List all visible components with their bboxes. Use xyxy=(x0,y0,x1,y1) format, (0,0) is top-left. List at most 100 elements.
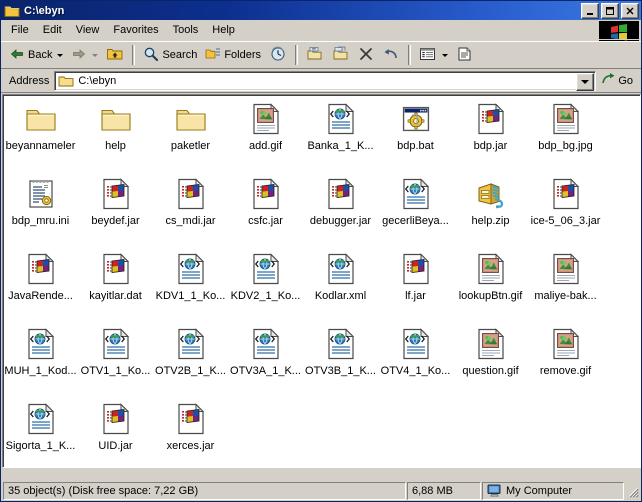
address-label: Address xyxy=(9,74,50,87)
menu-view[interactable]: View xyxy=(69,22,107,39)
file-item[interactable]: UID.jar xyxy=(78,399,153,467)
java-jar-icon xyxy=(550,178,582,210)
file-item[interactable]: gecerliBeya... xyxy=(378,174,453,249)
status-zone: My Computer xyxy=(482,481,624,500)
file-item[interactable]: help.zip xyxy=(453,174,528,249)
file-item[interactable]: help xyxy=(78,99,153,174)
status-size: 6,88 MB xyxy=(407,481,481,500)
file-item-label: question.gif xyxy=(462,365,519,377)
forward-dropdown-chevron-icon[interactable] xyxy=(92,53,99,57)
java-jar-icon xyxy=(400,253,432,285)
undo-arrow-icon xyxy=(382,46,400,65)
folder-icon xyxy=(58,74,74,88)
file-item-label: Banka_1_K... xyxy=(307,140,374,152)
file-item[interactable]: OTV1_1_Ko... xyxy=(78,324,153,399)
chevron-down-icon xyxy=(581,79,590,84)
file-item[interactable]: bdp_bg.jpg xyxy=(528,99,603,174)
status-bar: 35 object(s) (Disk free space: 7,22 GB) … xyxy=(1,480,641,501)
file-item[interactable]: OTV3A_1_K... xyxy=(228,324,303,399)
file-item[interactable]: Kodlar.xml xyxy=(303,249,378,324)
window-controls xyxy=(581,2,639,19)
file-item[interactable]: Sigorta_1_K... xyxy=(3,399,78,467)
delete-x-icon xyxy=(358,46,374,65)
file-item[interactable]: xerces.jar xyxy=(153,399,228,467)
file-item[interactable]: beydef.jar xyxy=(78,174,153,249)
java-jar-icon xyxy=(325,178,357,210)
file-item[interactable]: bdp_mru.ini xyxy=(3,174,78,249)
file-item[interactable]: Banka_1_K... xyxy=(303,99,378,174)
up-button[interactable] xyxy=(102,43,128,67)
file-item[interactable]: KDV1_1_Ko... xyxy=(153,249,228,324)
file-item[interactable]: remove.gif xyxy=(528,324,603,399)
history-button[interactable] xyxy=(265,43,291,67)
file-item[interactable]: bdp.bat xyxy=(378,99,453,174)
back-button[interactable]: Back xyxy=(5,43,67,67)
folder-icon xyxy=(25,103,57,135)
file-item-label: help xyxy=(105,140,126,152)
go-button[interactable]: Go xyxy=(596,70,639,92)
views-dropdown-chevron-icon[interactable] xyxy=(442,53,449,57)
resize-grip[interactable] xyxy=(625,484,639,498)
back-dropdown-chevron-icon[interactable] xyxy=(57,53,64,57)
search-button[interactable]: Search xyxy=(139,43,201,67)
file-item[interactable]: paketler xyxy=(153,99,228,174)
move-to-button[interactable] xyxy=(302,43,328,67)
close-button[interactable] xyxy=(621,2,639,19)
menu-bar: File Edit View Favorites Tools Help xyxy=(1,20,641,41)
file-item[interactable]: ice-5_06_3.jar xyxy=(528,174,603,249)
copy-to-button[interactable] xyxy=(328,43,354,67)
file-item-label: bdp.bat xyxy=(397,140,434,152)
forward-button[interactable] xyxy=(67,43,102,67)
file-item[interactable]: KDV2_1_Ko... xyxy=(228,249,303,324)
address-input[interactable]: C:\ebyn xyxy=(54,70,597,91)
address-dropdown-button[interactable] xyxy=(576,72,595,91)
file-item-label: OTV3A_1_K... xyxy=(230,365,301,377)
file-item[interactable]: maliye-bak... xyxy=(528,249,603,324)
java-jar-icon xyxy=(100,178,132,210)
maximize-button[interactable] xyxy=(601,2,619,19)
xml-file-icon xyxy=(325,253,357,285)
menu-favorites[interactable]: Favorites xyxy=(106,22,165,39)
xml-file-icon xyxy=(175,328,207,360)
file-item[interactable]: lookupBtn.gif xyxy=(453,249,528,324)
file-item[interactable]: cs_mdi.jar xyxy=(153,174,228,249)
file-item-label: KDV1_1_Ko... xyxy=(155,290,226,302)
file-item[interactable]: kayitlar.dat xyxy=(78,249,153,324)
file-item[interactable]: bdp.jar xyxy=(453,99,528,174)
minimize-button[interactable] xyxy=(581,2,599,19)
file-item[interactable]: OTV2B_1_K... xyxy=(153,324,228,399)
file-item[interactable]: MUH_1_Kod... xyxy=(3,324,78,399)
image-file-icon xyxy=(250,103,282,135)
file-item[interactable]: csfc.jar xyxy=(228,174,303,249)
menu-tools[interactable]: Tools xyxy=(166,22,206,39)
xml-file-icon xyxy=(100,328,132,360)
menu-edit[interactable]: Edit xyxy=(36,22,69,39)
file-item-label: ice-5_06_3.jar xyxy=(530,215,601,227)
file-item[interactable]: question.gif xyxy=(453,324,528,399)
file-item[interactable]: lf.jar xyxy=(378,249,453,324)
arrow-left-icon xyxy=(9,46,25,65)
file-item-label: bdp_bg.jpg xyxy=(538,140,593,152)
file-item[interactable]: beyannameler xyxy=(3,99,78,174)
undo-button[interactable] xyxy=(378,43,404,67)
properties-button[interactable] xyxy=(452,43,478,67)
file-item[interactable]: OTV4_1_Ko... xyxy=(378,324,453,399)
file-item[interactable]: JavaRende... xyxy=(3,249,78,324)
xml-file-icon xyxy=(175,253,207,285)
xml-file-icon xyxy=(25,328,57,360)
delete-button[interactable] xyxy=(354,43,378,67)
menu-help[interactable]: Help xyxy=(205,22,242,39)
file-item-label: debugger.jar xyxy=(309,215,372,227)
file-item-label: kayitlar.dat xyxy=(89,290,142,302)
file-item[interactable]: debugger.jar xyxy=(303,174,378,249)
xml-file-icon xyxy=(325,103,357,135)
file-list-area[interactable]: beyannameler help paketler add.gif Banka… xyxy=(2,94,641,468)
file-item[interactable]: add.gif xyxy=(228,99,303,174)
folders-icon xyxy=(205,46,221,65)
image-file-icon xyxy=(475,328,507,360)
folders-button[interactable]: Folders xyxy=(201,43,265,67)
menu-file[interactable]: File xyxy=(4,22,36,39)
file-item[interactable]: OTV3B_1_K... xyxy=(303,324,378,399)
folders-label: Folders xyxy=(224,49,262,61)
views-button[interactable] xyxy=(415,43,452,67)
